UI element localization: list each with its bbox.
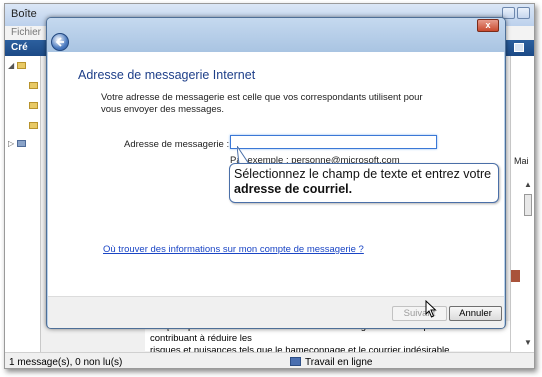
- email-field[interactable]: [230, 135, 437, 149]
- folder-tree-item[interactable]: [29, 80, 38, 91]
- toolbar-view-icon[interactable]: [514, 43, 524, 52]
- callout-emphasis: adresse de courriel.: [234, 182, 353, 196]
- folder-tree-item[interactable]: ▷: [8, 138, 26, 149]
- dialog-chrome: x: [47, 18, 505, 52]
- status-message-count: 1 message(s), 0 non lu(s): [9, 357, 123, 368]
- callout-text: Sélectionnez le champ de texte et entrez…: [234, 167, 496, 197]
- scroll-up-arrow-icon[interactable]: ▲: [524, 180, 532, 189]
- folder-tree-item[interactable]: [29, 100, 38, 111]
- folder-tree-item[interactable]: ◢: [8, 60, 26, 71]
- message-list-column-header[interactable]: Mai: [514, 156, 529, 166]
- message-list-pane: Mai ▲ ▼: [510, 56, 534, 352]
- account-icon: [16, 139, 26, 147]
- folder-tree: ◢ ▷: [5, 56, 41, 352]
- expand-arrow-icon: ▷: [8, 139, 15, 148]
- background-window-title: Boîte: [11, 8, 37, 20]
- callout-line: adresse de courriel.: [234, 182, 496, 197]
- close-button[interactable]: x: [477, 19, 499, 32]
- page-description: Votre adresse de messagerie est celle qu…: [101, 92, 423, 115]
- mouse-pointer-icon: [425, 300, 437, 318]
- folder-icon: [29, 121, 38, 129]
- folder-icon: [29, 101, 38, 109]
- screenshot-frame: Boîte Fichier Cré ◢ ▷ Mai ▲ ▼ contribuan…: [4, 3, 535, 369]
- status-online: Travail en ligne: [290, 357, 372, 368]
- folder-icon: [16, 61, 26, 69]
- menu-file[interactable]: Fichier: [11, 27, 41, 38]
- create-message-button[interactable]: Cré: [11, 42, 28, 53]
- status-bar: 1 message(s), 0 non lu(s) Travail en lig…: [5, 352, 534, 368]
- expand-arrow-icon: ◢: [8, 61, 15, 70]
- scroll-down-arrow-icon[interactable]: ▼: [524, 338, 532, 347]
- folder-tree-item[interactable]: [29, 120, 38, 131]
- page-title: Adresse de messagerie Internet: [78, 68, 256, 82]
- scrollbar-thumb[interactable]: [524, 194, 532, 216]
- back-arrow-icon[interactable]: [51, 33, 69, 51]
- email-field-label: Adresse de messagerie :: [124, 139, 230, 150]
- callout-line: Sélectionnez le champ de texte et entrez…: [234, 167, 492, 181]
- next-button[interactable]: Suivant: [392, 306, 447, 321]
- background-window-controls: [502, 7, 530, 19]
- cancel-button[interactable]: Annuler: [449, 306, 502, 321]
- folder-icon: [29, 81, 38, 89]
- maximize-button[interactable]: [517, 7, 530, 19]
- network-online-icon: [290, 357, 301, 366]
- message-flag-icon: [511, 270, 520, 282]
- status-online-label: Travail en ligne: [305, 357, 373, 368]
- instruction-callout: Sélectionnez le champ de texte et entrez…: [229, 163, 499, 203]
- help-account-info-link[interactable]: Où trouver des informations sur mon comp…: [103, 244, 364, 255]
